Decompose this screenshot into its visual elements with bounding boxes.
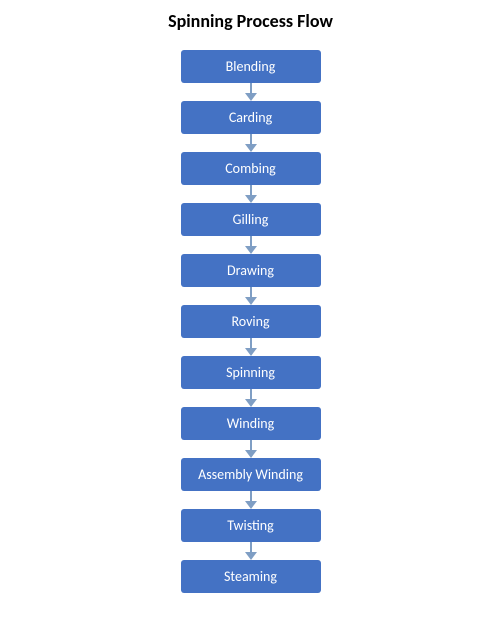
arrow-line bbox=[250, 287, 252, 297]
flow-arrow-9 bbox=[245, 542, 257, 560]
arrow-line bbox=[250, 185, 252, 195]
flow-arrow-5 bbox=[245, 338, 257, 356]
arrow-line bbox=[250, 389, 252, 399]
arrow-head bbox=[245, 297, 257, 305]
flow-step-steaming: Steaming bbox=[181, 560, 321, 593]
arrow-line bbox=[250, 491, 252, 501]
flow-step-blending: Blending bbox=[181, 50, 321, 83]
flow-arrow-6 bbox=[245, 389, 257, 407]
arrow-head bbox=[245, 93, 257, 101]
flow-step-assembly-winding: Assembly Winding bbox=[181, 458, 321, 491]
flow-arrow-8 bbox=[245, 491, 257, 509]
flow-step-twisting: Twisting bbox=[181, 509, 321, 542]
flow-arrow-7 bbox=[245, 440, 257, 458]
flow-arrow-4 bbox=[245, 287, 257, 305]
flow-container: Blending Carding Combing Gilling Drawing Rovi… bbox=[181, 50, 321, 593]
flow-step-gilling: Gilling bbox=[181, 203, 321, 236]
flow-step-winding: Winding bbox=[181, 407, 321, 440]
flow-step-drawing: Drawing bbox=[181, 254, 321, 287]
flow-step-roving: Roving bbox=[181, 305, 321, 338]
page-title: Spinning Process Flow bbox=[168, 10, 333, 32]
arrow-line bbox=[250, 236, 252, 246]
arrow-head bbox=[245, 246, 257, 254]
arrow-line bbox=[250, 440, 252, 450]
flow-step-combing: Combing bbox=[181, 152, 321, 185]
arrow-head bbox=[245, 399, 257, 407]
arrow-line bbox=[250, 83, 252, 93]
arrow-head bbox=[245, 450, 257, 458]
arrow-head bbox=[245, 144, 257, 152]
arrow-head bbox=[245, 348, 257, 356]
arrow-head bbox=[245, 501, 257, 509]
flow-arrow-2 bbox=[245, 185, 257, 203]
arrow-head bbox=[245, 552, 257, 560]
arrow-head bbox=[245, 195, 257, 203]
arrow-line bbox=[250, 338, 252, 348]
arrow-line bbox=[250, 542, 252, 552]
flow-step-carding: Carding bbox=[181, 101, 321, 134]
flow-arrow-0 bbox=[245, 83, 257, 101]
flow-arrow-1 bbox=[245, 134, 257, 152]
arrow-line bbox=[250, 134, 252, 144]
flow-step-spinning: Spinning bbox=[181, 356, 321, 389]
flow-arrow-3 bbox=[245, 236, 257, 254]
